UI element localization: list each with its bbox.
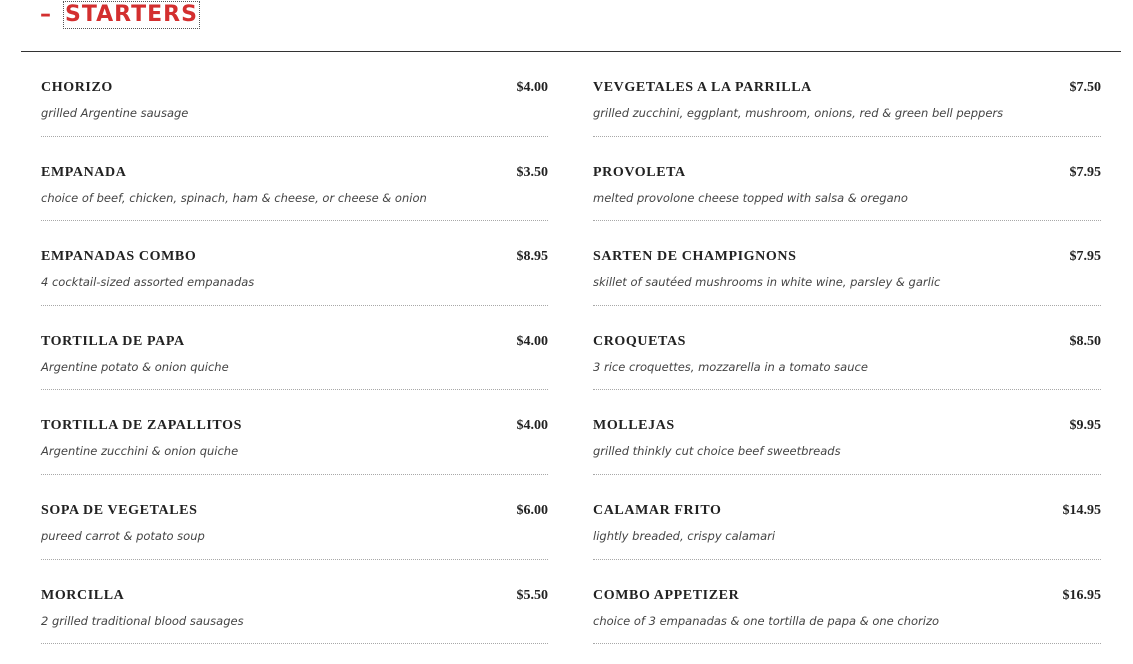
menu-item: SARTEN DE CHAMPIGNONS $7.95 skillet of s… xyxy=(593,221,1101,306)
menu-item-price: $4.00 xyxy=(516,80,549,95)
menu-item-description: 3 rice croquettes, mozzarella in a tomat… xyxy=(593,359,868,374)
menu-item: MOLLEJAS $9.95 grilled thinkly cut choic… xyxy=(593,390,1101,475)
menu-item: PROVOLETA $7.95 melted provolone cheese … xyxy=(593,137,1101,222)
section-header: – STARTERS xyxy=(40,0,200,30)
menu-item: TORTILLA DE PAPA $4.00 Argentine potato … xyxy=(41,306,548,391)
menu-item-description: grilled thinkly cut choice beef sweetbre… xyxy=(593,444,841,459)
menu-item-description: grilled Argentine sausage xyxy=(41,106,189,120)
collapse-toggle-icon[interactable]: – xyxy=(40,4,60,26)
menu-item: CROQUETAS $8.50 3 rice croquettes, mozza… xyxy=(593,306,1101,391)
menu-item-name: CALAMAR FRITO xyxy=(593,502,722,518)
menu-item: CHORIZO $4.00 grilled Argentine sausage xyxy=(41,52,548,137)
menu-item-description: grilled zucchini, eggplant, mushroom, on… xyxy=(593,106,1004,120)
menu-item-description: 2 grilled traditional blood sausages xyxy=(41,613,244,628)
menu-item-description: Argentine potato & onion quiche xyxy=(41,359,229,374)
menu-item: TORTILLA DE ZAPALLITOS $4.00 Argentine z… xyxy=(41,390,548,475)
menu-item: EMPANADA $3.50 choice of beef, chicken, … xyxy=(41,137,548,222)
menu-item: MORCILLA $5.50 2 grilled traditional blo… xyxy=(41,560,548,645)
menu-item-name: VEVGETALES A LA PARRILLA xyxy=(593,80,812,95)
menu-item-price: $4.00 xyxy=(516,333,549,349)
section-title-starters[interactable]: STARTERS xyxy=(63,1,200,29)
menu-item-price: $9.95 xyxy=(1069,418,1102,434)
menu-column-left: CHORIZO $4.00 grilled Argentine sausage … xyxy=(41,52,548,645)
menu-item-description: 4 cocktail-sized assorted empanadas xyxy=(41,275,255,290)
menu-item-description: choice of beef, chicken, spinach, ham & … xyxy=(41,190,427,205)
menu-item-name: CHORIZO xyxy=(41,80,113,95)
menu-item-price: $7.50 xyxy=(1069,80,1102,95)
menu-item-name: COMBO APPETIZER xyxy=(593,587,740,603)
menu-item-name: TORTILLA DE PAPA xyxy=(41,333,185,349)
menu-item-price: $5.50 xyxy=(516,587,549,603)
menu-item-description: pureed carrot & potato soup xyxy=(41,528,205,543)
menu-item-name: SARTEN DE CHAMPIGNONS xyxy=(593,249,797,265)
menu-item-price: $8.95 xyxy=(516,249,549,265)
menu-item-name: MORCILLA xyxy=(41,587,125,603)
menu-item-description: melted provolone cheese topped with sals… xyxy=(593,190,908,205)
menu-item: SOPA DE VEGETALES $6.00 pureed carrot & … xyxy=(41,475,548,560)
menu-item-price: $7.95 xyxy=(1069,249,1102,265)
menu-item: EMPANADAS COMBO $8.95 4 cocktail-sized a… xyxy=(41,221,548,306)
menu-item-name: TORTILLA DE ZAPALLITOS xyxy=(41,418,242,434)
menu-item: COMBO APPETIZER $16.95 choice of 3 empan… xyxy=(593,560,1101,645)
menu-item-price: $7.95 xyxy=(1069,164,1102,180)
menu-item-description: choice of 3 empanadas & one tortilla de … xyxy=(593,613,940,628)
menu-item-name: CROQUETAS xyxy=(593,333,687,349)
menu-item-description: Argentine zucchini & onion quiche xyxy=(41,444,239,459)
menu-item: CALAMAR FRITO $14.95 lightly breaded, cr… xyxy=(593,475,1101,560)
menu-item-price: $8.50 xyxy=(1069,333,1102,349)
menu-column-right: VEVGETALES A LA PARRILLA $7.50 grilled z… xyxy=(593,52,1101,645)
menu-item-name: PROVOLETA xyxy=(593,164,686,180)
menu-item: VEVGETALES A LA PARRILLA $7.50 grilled z… xyxy=(593,52,1101,137)
menu-item-price: $16.95 xyxy=(1062,587,1102,603)
menu-item-name: SOPA DE VEGETALES xyxy=(41,502,198,518)
menu-item-price: $3.50 xyxy=(516,164,549,180)
menu-item-name: MOLLEJAS xyxy=(593,418,675,434)
menu-item-description: skillet of sautéed mushrooms in white wi… xyxy=(593,275,941,290)
menu-item-price: $14.95 xyxy=(1062,502,1102,518)
menu-item-description: lightly breaded, crispy calamari xyxy=(593,528,776,543)
menu-item-name: EMPANADA xyxy=(41,164,127,180)
menu-item-name: EMPANADAS COMBO xyxy=(41,249,197,265)
menu-item-price: $6.00 xyxy=(516,502,549,518)
menu-item-price: $4.00 xyxy=(516,418,549,434)
